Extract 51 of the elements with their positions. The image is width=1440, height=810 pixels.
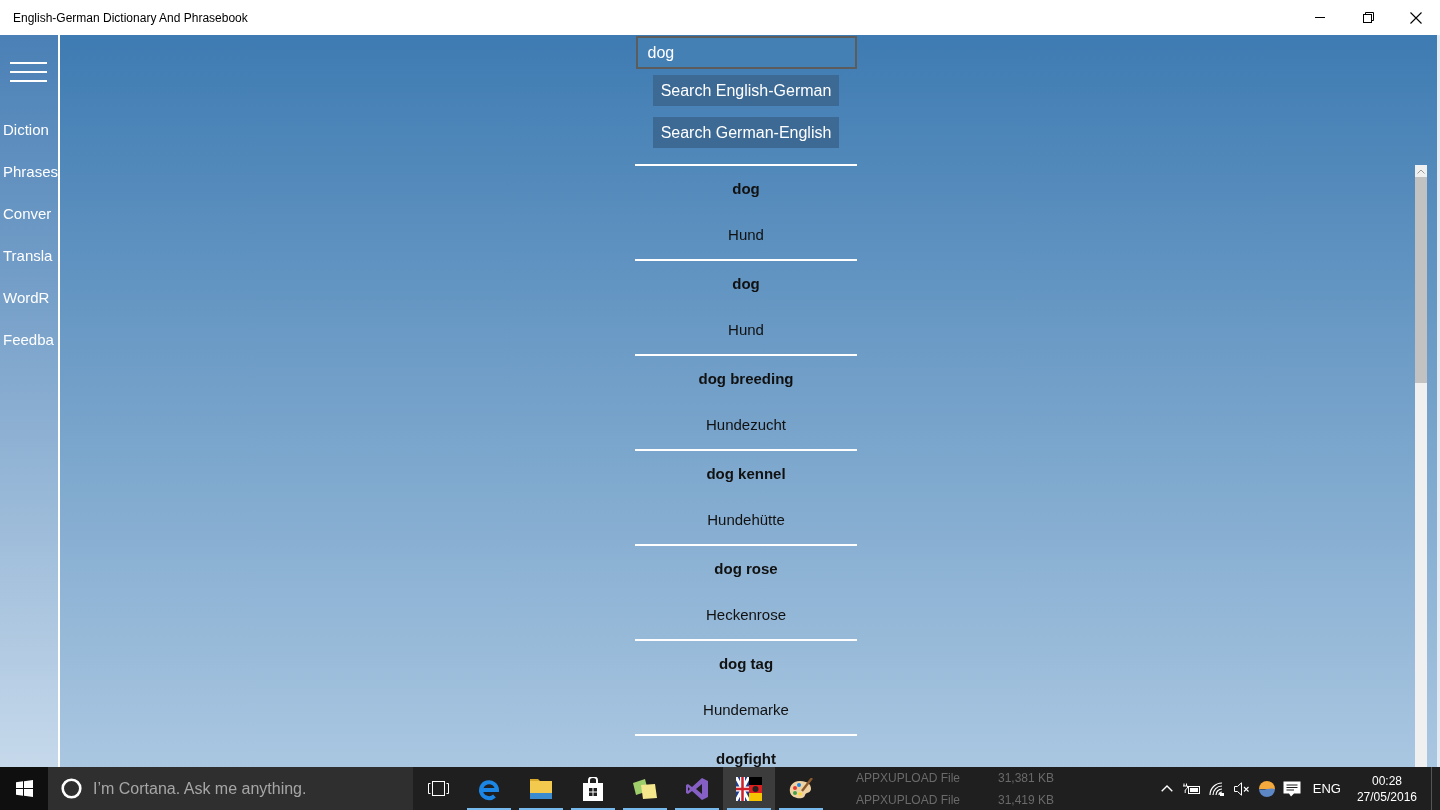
sticky-notes-icon bbox=[632, 777, 658, 800]
restore-icon bbox=[1362, 12, 1374, 23]
file-size-text: 31,419 KB bbox=[998, 792, 1055, 809]
result-translation: Hundehütte bbox=[707, 511, 785, 528]
folder-icon bbox=[529, 777, 553, 800]
result-translation: Hund bbox=[728, 321, 764, 338]
close-icon bbox=[1410, 11, 1422, 24]
task-view-icon bbox=[427, 781, 449, 796]
result-term[interactable]: dog tag bbox=[718, 655, 774, 672]
result-term[interactable]: dog breeding bbox=[698, 370, 794, 387]
result-term[interactable]: dog bbox=[732, 180, 760, 197]
palette-icon bbox=[789, 778, 813, 799]
nav-item[interactable]: Phrases bbox=[0, 150, 59, 192]
message-icon bbox=[1283, 780, 1302, 797]
chevron-up-icon bbox=[1161, 785, 1174, 792]
result-term[interactable]: dog kennel bbox=[706, 465, 786, 482]
ring-icon bbox=[61, 778, 82, 799]
ribbon-logo-icon bbox=[685, 776, 709, 801]
result-translation: Hundemarke bbox=[703, 701, 789, 718]
result-term[interactable]: dog bbox=[732, 275, 760, 292]
result-translation: Hund bbox=[728, 226, 764, 243]
language-button[interactable]: ENG bbox=[1304, 767, 1349, 810]
file-type-text: APPXUPLOAD File bbox=[856, 770, 961, 787]
file-type-text: APPXUPLOAD File bbox=[856, 792, 961, 809]
shopping-bag-icon bbox=[582, 776, 604, 801]
scrollbar[interactable] bbox=[1415, 165, 1427, 767]
taskbar-app-button[interactable] bbox=[723, 767, 775, 810]
clock-button[interactable]: 00:28 27/05/2016 bbox=[1348, 767, 1425, 810]
search-button[interactable]: Search English-German bbox=[652, 75, 840, 106]
battery-plug-icon bbox=[1183, 782, 1202, 795]
minimize-icon bbox=[1315, 17, 1325, 18]
scrollbar-thumb[interactable] bbox=[1415, 177, 1427, 383]
sun-disc-icon bbox=[1259, 780, 1276, 797]
flag-icon bbox=[736, 776, 762, 801]
start-button[interactable] bbox=[0, 767, 48, 810]
result-translation: Heckenrose bbox=[705, 606, 786, 623]
result-term[interactable]: dogfight bbox=[716, 750, 776, 767]
file-size-text: 31,381 KB bbox=[998, 770, 1055, 787]
nav-item[interactable]: Diction bbox=[0, 108, 49, 150]
nav-item[interactable]: Transla bbox=[0, 234, 53, 276]
search-input[interactable]: dog bbox=[635, 36, 857, 69]
search-button[interactable]: Search German-English bbox=[652, 117, 840, 148]
wifi-icon bbox=[1209, 781, 1226, 796]
result-translation: Hundezucht bbox=[705, 416, 787, 433]
menu-icon[interactable] bbox=[10, 62, 47, 82]
muted-speaker-icon bbox=[1234, 781, 1251, 796]
nav-item[interactable]: Conver bbox=[0, 192, 52, 234]
window-title: English-German Dictionary And Phrasebook bbox=[13, 10, 248, 25]
windows-logo-icon bbox=[15, 780, 33, 797]
result-term[interactable]: dog rose bbox=[714, 560, 778, 577]
taskbar-search-field[interactable]: I’m Cortana. Ask me anything. bbox=[48, 767, 413, 810]
